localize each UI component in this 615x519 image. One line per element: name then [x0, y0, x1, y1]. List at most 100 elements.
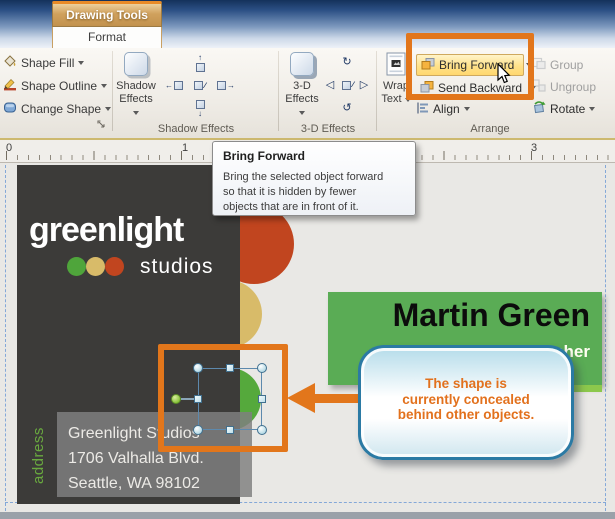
callout-bubble: The shape is currently concealed behind …	[358, 345, 574, 460]
dropdown-arrow-icon	[133, 111, 139, 115]
shape-fill-icon	[3, 55, 17, 71]
group-separator	[278, 51, 279, 131]
rotate-icon	[532, 101, 546, 117]
threed-effects-label2: Effects	[282, 93, 322, 119]
ruler-mark-1: 1	[182, 142, 188, 154]
dropdown-arrow-icon	[105, 107, 111, 111]
tab-format[interactable]: Format	[52, 27, 162, 48]
margin-guide-right	[605, 165, 606, 511]
tooltip-line: so that it is hidden by fewer	[223, 186, 356, 198]
dropdown-arrow-icon	[101, 84, 107, 88]
callout-line: currently concealed	[361, 392, 571, 408]
rotate-label: Rotate	[550, 102, 585, 116]
toggle-threed-button[interactable]: ∕	[340, 76, 356, 94]
threed-effects-button[interactable]: 3-D Effects	[282, 52, 322, 119]
shadow-square-icon	[196, 63, 205, 72]
threed-effects-group-label: 3-D Effects	[282, 123, 374, 135]
dropdown-arrow-icon	[589, 107, 595, 111]
arrow-left-icon: ←	[165, 82, 173, 90]
margin-guide-left	[5, 165, 6, 511]
bring-forward-tooltip: Bring Forward Bring the selected object …	[212, 141, 416, 216]
ungroup-button[interactable]: Ungroup	[532, 77, 596, 96]
ungroup-icon	[532, 79, 546, 95]
rotate-button[interactable]: Rotate	[532, 99, 595, 118]
shadow-effects-label: Shadow	[116, 80, 156, 93]
dropdown-arrow-icon	[464, 107, 470, 111]
rotate-cw-icon: ↻	[342, 57, 351, 68]
change-shape-icon	[3, 101, 17, 117]
ruler-mark-0: 0	[6, 142, 12, 154]
shape-fill-button[interactable]: Shape Fill	[3, 53, 84, 73]
dropdown-arrow-icon	[299, 111, 305, 115]
group-separator	[376, 51, 377, 131]
shadow-square-icon	[217, 81, 226, 90]
shape-outline-icon	[3, 78, 17, 94]
logo-name: greenlight	[29, 211, 183, 250]
group-button[interactable]: Group	[532, 55, 583, 74]
tooltip-title: Bring Forward	[223, 149, 305, 163]
dropdown-arrow-icon	[78, 61, 84, 65]
threed-effects-icon	[290, 52, 314, 76]
tilt-up-button[interactable]: ↺	[339, 99, 355, 117]
mouse-cursor-icon	[497, 63, 511, 89]
change-shape-button[interactable]: Change Shape	[3, 99, 111, 119]
shadow-square-icon	[196, 100, 205, 109]
tilt-left-icon: ◁	[326, 80, 334, 91]
logo-sub: studios	[140, 255, 214, 279]
shape-outline-button[interactable]: Shape Outline	[3, 76, 107, 96]
logo-dot-red	[105, 257, 124, 276]
tilt-right-button[interactable]: ▷	[356, 76, 372, 94]
arrange-group-label: Arrange	[420, 123, 560, 135]
arrow-down-icon: ↓	[198, 110, 202, 118]
tilt-down-button[interactable]: ↻	[339, 53, 355, 71]
ruler-mark-3: 3	[531, 142, 537, 154]
address-line: Seattle, WA 98102	[68, 471, 204, 496]
align-label: Align	[433, 102, 460, 116]
rotate-ccw-icon: ↺	[342, 103, 351, 114]
tooltip-line: objects that are in front of it.	[223, 201, 359, 213]
shadow-effects-label2: Effects	[116, 93, 156, 119]
shadow-effects-group-label: Shadow Effects	[118, 123, 274, 135]
shape-outline-label: Shape Outline	[21, 79, 97, 93]
group-icon	[532, 57, 546, 73]
slash-icon: ∕	[204, 82, 205, 90]
contextual-tab-drawing-tools[interactable]: Drawing Tools	[52, 1, 162, 27]
window-bottom-edge	[0, 512, 615, 519]
shadow-square-icon	[174, 81, 183, 90]
threed-square-icon	[342, 81, 351, 90]
nudge-shadow-left-button[interactable]: ←	[162, 75, 186, 96]
align-button[interactable]: Align	[416, 100, 470, 118]
ungroup-label: Ungroup	[550, 80, 596, 94]
tilt-right-icon: ▷	[360, 80, 368, 91]
wrap-text-icon	[386, 52, 406, 80]
address-label: address	[30, 414, 47, 498]
callout-line: The shape is	[361, 376, 571, 392]
toggle-shadow-button[interactable]: ∕	[188, 75, 212, 96]
align-icon	[416, 102, 429, 117]
group-label: Group	[550, 58, 583, 72]
group-separator	[112, 51, 113, 131]
document-highlight-box	[158, 344, 288, 452]
dialog-launcher-button[interactable]	[97, 117, 107, 135]
arrow-up-icon: ↑	[198, 54, 202, 62]
slash-icon: ∕	[352, 81, 353, 89]
shape-fill-label: Shape Fill	[21, 56, 74, 70]
callout-line: behind other objects.	[361, 407, 571, 423]
app-window: Drawing Tools Format Shape Fill Shape Ou…	[0, 0, 615, 519]
callout-text: The shape is currently concealed behind …	[361, 376, 571, 423]
tooltip-line: Bring the selected object forward	[223, 171, 383, 183]
tilt-left-button[interactable]: ◁	[322, 76, 338, 94]
shadow-effects-button[interactable]: Shadow Effects	[116, 52, 156, 119]
shadow-effects-icon	[124, 52, 148, 76]
logo-dot-green	[67, 257, 86, 276]
shadow-square-icon	[194, 81, 203, 90]
nudge-shadow-right-button[interactable]: →	[214, 75, 238, 96]
arrow-right-icon: →	[227, 82, 235, 90]
threed-effects-label: 3-D	[293, 80, 311, 93]
nudge-shadow-down-button[interactable]: ↓	[188, 98, 212, 119]
nudge-shadow-up-button[interactable]: ↑	[188, 52, 212, 73]
logo-dot-tan	[86, 257, 105, 276]
change-shape-label: Change Shape	[21, 102, 101, 116]
person-name: Martin Green	[393, 297, 590, 334]
ribbon-highlight-box	[406, 33, 534, 100]
